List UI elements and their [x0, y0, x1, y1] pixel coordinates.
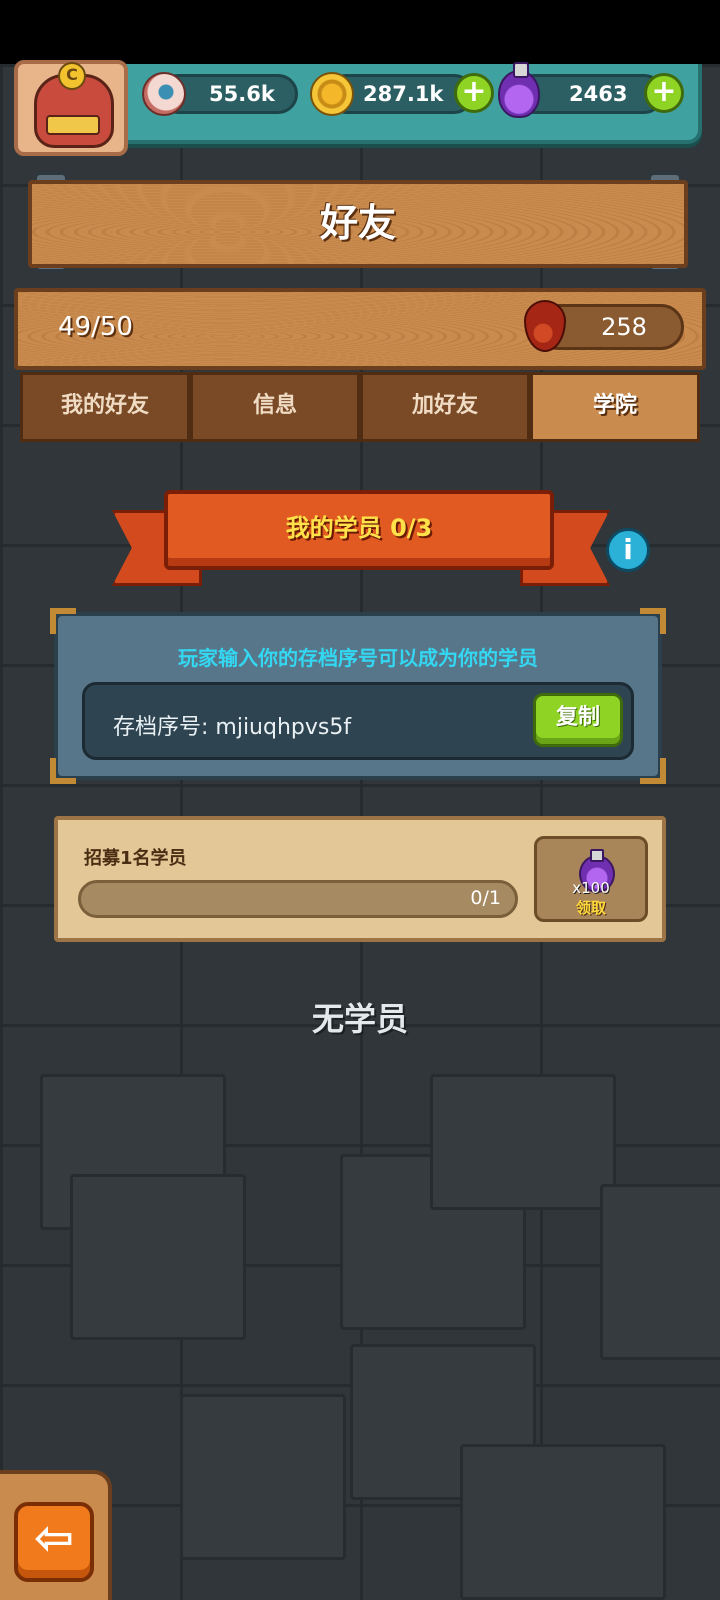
title-plank: 好友 [28, 180, 688, 268]
students-banner: 我的学员 0/3 [164, 490, 554, 570]
rank-badge: C [58, 62, 86, 90]
wall-slab [600, 1184, 720, 1360]
students-banner-text: 我的学员 0/3 [285, 514, 433, 542]
panel-instruction: 玩家输入你的存档序号可以成为你的学员 [178, 646, 538, 670]
save-code-text: 存档序号: mjiuqhpvs5f [113, 715, 352, 740]
task-progress-bar: 0/1 [78, 880, 518, 918]
monster-teeth [46, 115, 100, 135]
panel-corner [640, 608, 666, 634]
wall-slab [430, 1074, 616, 1210]
panel-corner [50, 608, 76, 634]
panel-corner [640, 758, 666, 784]
tab-messages[interactable]: 信息 [190, 372, 360, 442]
task-label: 招募1名学员 [84, 848, 187, 869]
info-icon[interactable]: i [606, 528, 650, 572]
wall-slab [70, 1174, 246, 1340]
back-arrow-icon[interactable]: ⇦ [14, 1502, 94, 1582]
back-button-frame: ⇦ [0, 1470, 112, 1600]
copy-button[interactable]: 复制 [533, 693, 623, 747]
add-potions-button[interactable]: + [644, 73, 684, 113]
wall-slab [460, 1444, 666, 1600]
status-bar [0, 0, 720, 64]
blood-count: 258 [601, 313, 647, 341]
recruit-task-card: 招募1名学员 0/1 x100 领取 [54, 816, 666, 942]
eye-count: 55.6k [209, 82, 275, 106]
add-coins-button[interactable]: + [454, 73, 494, 113]
eyeball-icon [142, 72, 186, 116]
friend-count: 49/50 [58, 312, 133, 342]
potion-count: 2463 [569, 82, 628, 106]
empty-students-message: 无学员 [311, 1000, 408, 1038]
friend-tabs: 我的好友 信息 加好友 学院 [20, 372, 702, 444]
claim-reward-button[interactable]: x100 领取 [534, 836, 648, 922]
panel-corner [50, 758, 76, 784]
coin-icon [310, 72, 354, 116]
potion-icon [498, 62, 540, 118]
task-progress-text: 0/1 [470, 887, 501, 909]
coin-count: 287.1k [363, 82, 444, 106]
save-code-panel: 玩家输入你的存档序号可以成为你的学员 存档序号: mjiuqhpvs5f 复制 [50, 608, 666, 784]
friends-info-plank: 49/50 258 [14, 288, 706, 370]
reward-quantity: x100 [572, 879, 610, 897]
tab-academy[interactable]: 学院 [530, 372, 700, 442]
page-title: 好友 [319, 201, 396, 245]
save-code-box: 存档序号: mjiuqhpvs5f 复制 [82, 682, 634, 760]
claim-label: 领取 [575, 899, 606, 917]
tab-my-friends[interactable]: 我的好友 [20, 372, 190, 442]
wall-slab [180, 1394, 346, 1560]
tab-add-friend[interactable]: 加好友 [360, 372, 530, 442]
player-avatar[interactable]: C [14, 60, 128, 156]
